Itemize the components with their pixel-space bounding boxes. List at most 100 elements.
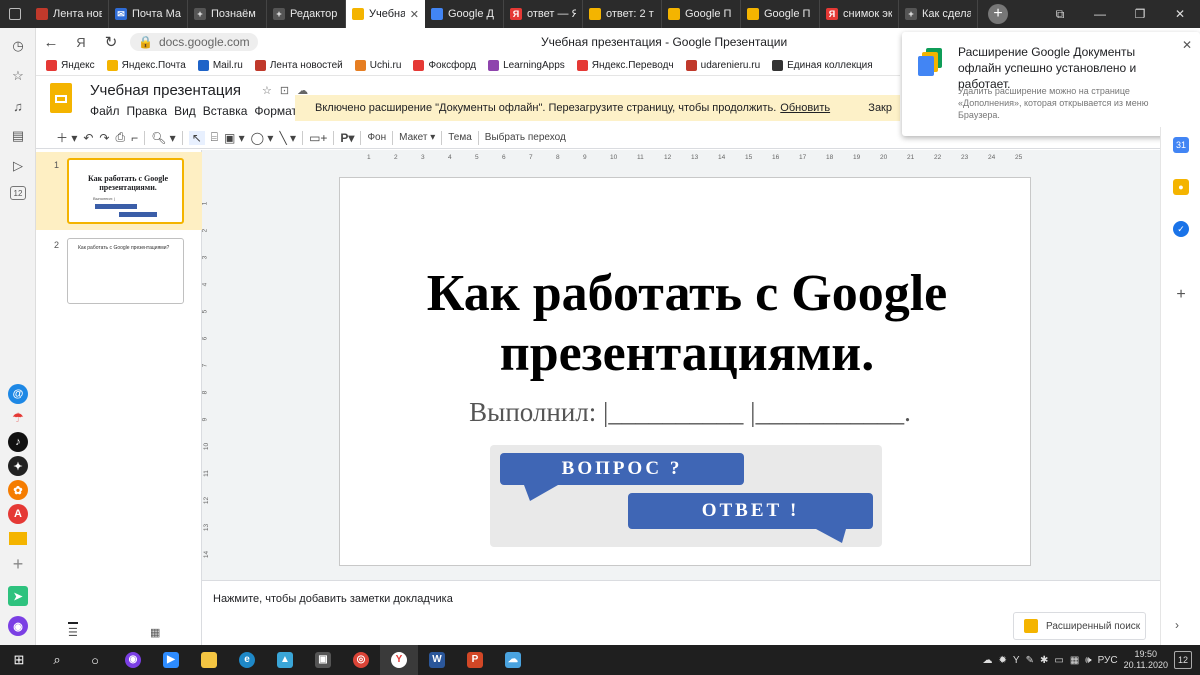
bookmark-item[interactable]: Лента новостей [254, 60, 343, 71]
menu-item[interactable]: Правка [127, 104, 168, 118]
filmstrip-slide-2[interactable]: 2 Как работать с Google презентациями? [36, 232, 202, 310]
folder-icon[interactable] [190, 645, 228, 675]
bookmarks-icon[interactable]: ⧉ [1040, 7, 1080, 22]
browser-tab[interactable]: + Как сдела [899, 0, 978, 28]
bookmark-item[interactable]: LearningApps [488, 60, 565, 71]
undo-icon[interactable]: ↶ [83, 131, 93, 145]
comment-icon[interactable]: ▭+ [309, 131, 327, 145]
speaker-notes[interactable]: Нажмите, чтобы добавить заметки докладчи… [213, 593, 453, 605]
translate-icon[interactable]: A [8, 504, 28, 524]
cloud-icon[interactable]: ☁ [983, 655, 993, 666]
filmstrip-slide-1[interactable]: 1 Как работать с Google презентациями. В… [36, 152, 202, 230]
bookmark-item[interactable]: Яндекс.Почта [106, 60, 186, 71]
zoom-app-icon[interactable]: ▶ [152, 645, 190, 675]
volume-icon[interactable]: 🕪︎ [1085, 655, 1091, 666]
browser-tab[interactable]: + Познаём [188, 0, 267, 28]
search-icon[interactable]: ⌕ [38, 645, 76, 675]
star-icon[interactable]: ☆ [262, 84, 272, 97]
close-window-button[interactable]: ✕ [1160, 7, 1200, 21]
question-answer-image[interactable]: ВОПРОС ? ОТВЕТ ! [490, 445, 882, 547]
bluetooth-icon[interactable]: ✱ [1040, 655, 1048, 666]
move-icon[interactable]: ⊡ [280, 84, 289, 97]
grid-view-icon[interactable]: ▦ [150, 626, 160, 639]
slide-subtitle[interactable]: Выполнил: |__________ |___________. [440, 397, 940, 428]
browser-tab[interactable]: Google Д [425, 0, 504, 28]
textbox-icon[interactable]: ⌸ [211, 130, 218, 145]
reload-link[interactable]: Обновить [780, 102, 830, 114]
store-icon[interactable]: ▣ [304, 645, 342, 675]
music-icon[interactable]: ♪ [8, 432, 28, 452]
paint-format-icon[interactable]: ⌐ [131, 131, 138, 145]
new-slide-icon[interactable]: ＋ ▾ [56, 129, 77, 146]
list-view-icon[interactable]: ☰ [68, 622, 78, 639]
menu-item[interactable]: Вид [174, 104, 196, 118]
notes-divider[interactable] [202, 580, 1160, 586]
keep-icon[interactable]: ● [1173, 179, 1189, 195]
browser-tab[interactable]: Google П [662, 0, 741, 28]
photos-icon[interactable]: ▲ [266, 645, 304, 675]
menu-item[interactable]: Вставка [203, 104, 248, 118]
layout-button[interactable]: Макет ▾ [399, 132, 435, 143]
browser-tab[interactable]: Google П [741, 0, 820, 28]
browser-tab[interactable]: Лента нов [30, 0, 109, 28]
transition-button[interactable]: Выбрать переход [485, 132, 566, 143]
restore-button[interactable]: ❐ [1120, 7, 1160, 21]
slides-logo-icon[interactable] [50, 83, 72, 113]
alice-taskbar-icon[interactable]: ◉ [114, 645, 152, 675]
print-icon[interactable]: ⎙ [115, 130, 125, 145]
notes-icon[interactable]: ▤ [8, 126, 28, 146]
clock-icon[interactable]: ◷ [8, 36, 28, 56]
clock[interactable]: 19:50 20.11.2020 [1124, 649, 1168, 671]
menu-item[interactable]: Формат [254, 104, 297, 118]
word-icon[interactable]: W [418, 645, 456, 675]
start-icon[interactable]: ⊞ [0, 645, 38, 675]
tabs-menu-icon[interactable] [0, 0, 30, 28]
advanced-search-button[interactable]: Расширенный поиск [1013, 612, 1146, 640]
shape-icon[interactable]: ◯ ▾ [251, 131, 274, 145]
theme-button[interactable]: Тема [448, 132, 472, 143]
document-title[interactable]: Учебная презентация [90, 82, 241, 99]
notification-center-icon[interactable]: 12 [1174, 651, 1192, 669]
bell-icon[interactable]: ♫ [8, 96, 28, 116]
banner-close[interactable]: Закр [868, 102, 892, 114]
chrome-icon[interactable]: ◎ [342, 645, 380, 675]
close-icon[interactable]: ✕ [1182, 38, 1192, 52]
redo-icon[interactable]: ↷ [99, 131, 109, 145]
tray-app-icon[interactable]: ✎ [1026, 655, 1034, 666]
edge-icon[interactable]: e [228, 645, 266, 675]
browser-tab[interactable]: ответ: 2 т [583, 0, 662, 28]
browser-tab[interactable]: Учебна ✕ [346, 0, 425, 28]
browser-tab[interactable]: Яответ — Я [504, 0, 583, 28]
add-addon-icon[interactable]: + [1173, 286, 1189, 303]
browser-tab[interactable]: ✉ Почта Ма [109, 0, 188, 28]
tab-close-icon[interactable]: ✕ [410, 8, 419, 21]
reload-icon[interactable]: ↻ [96, 33, 126, 51]
network-icon[interactable]: ▦ [1070, 655, 1079, 666]
input-tools-icon[interactable]: P▾ [340, 131, 354, 145]
language-indicator[interactable]: РУС [1098, 655, 1118, 666]
umbrella-icon[interactable]: ☂ [8, 408, 28, 428]
powerpoint-icon[interactable]: P [456, 645, 494, 675]
menu-item[interactable]: Файл [90, 104, 120, 118]
calendar-icon[interactable]: 31 [1173, 137, 1189, 153]
browser-tab[interactable]: Яснимок эк [820, 0, 899, 28]
share-icon[interactable]: ➤ [8, 586, 28, 606]
tasks-icon[interactable]: ✓ [1173, 221, 1189, 237]
weather-icon[interactable]: ☁ [494, 645, 532, 675]
line-icon[interactable]: ╲ ▾ [279, 131, 296, 145]
bookmark-item[interactable]: Фоксфорд [413, 60, 476, 71]
tray-app-icon[interactable]: ✹ [999, 655, 1007, 666]
chevron-right-icon[interactable]: › [1175, 618, 1179, 632]
display-icon[interactable]: ▭ [1054, 655, 1063, 666]
ok-icon[interactable]: ✿ [8, 480, 28, 500]
bookmark-item[interactable]: Единая коллекция [772, 60, 873, 71]
minimize-button[interactable]: — [1080, 7, 1120, 21]
sparkle-icon[interactable]: ✦ [8, 456, 28, 476]
back-icon[interactable]: ← [36, 34, 66, 51]
mail-icon[interactable] [8, 528, 28, 548]
star-icon[interactable]: ☆ [8, 66, 28, 86]
play-icon[interactable]: ▷ [8, 156, 28, 176]
yandex-icon[interactable]: Я [66, 35, 96, 50]
bookmark-item[interactable]: Mail.ru [197, 60, 243, 71]
image-icon[interactable]: ▣ ▾ [224, 131, 245, 145]
